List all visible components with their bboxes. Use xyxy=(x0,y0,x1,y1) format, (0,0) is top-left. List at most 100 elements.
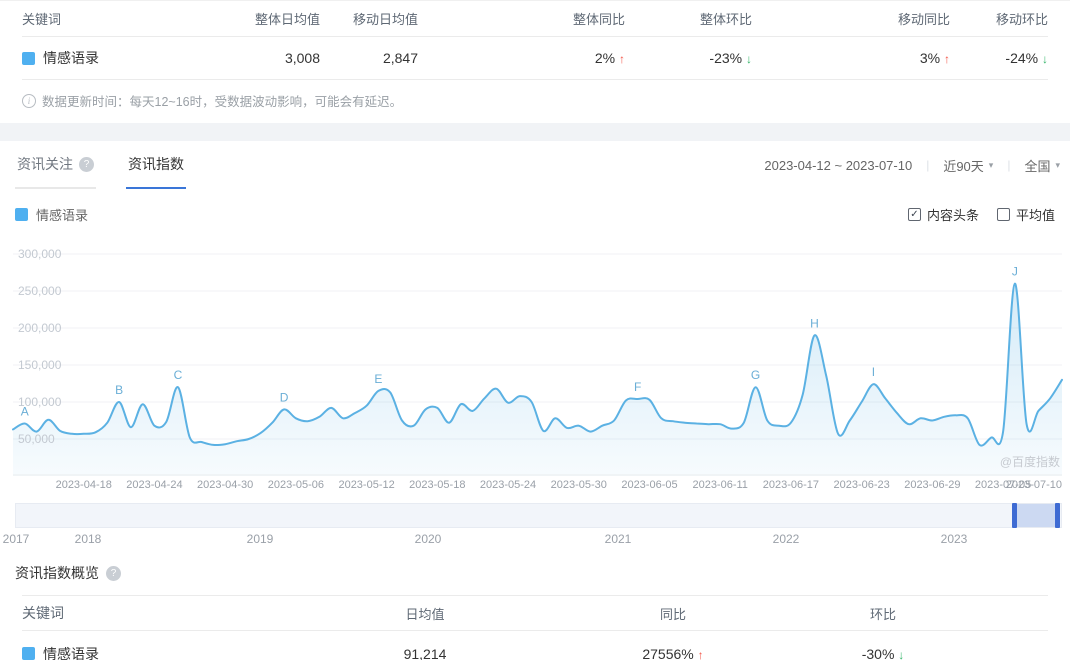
peak-label: I xyxy=(872,365,875,379)
peak-label: F xyxy=(634,380,641,394)
keyword-summary-table: 关键词 整体日均值 移动日均值 整体同比 整体环比 移动同比 移动环比 情感语录… xyxy=(0,0,1070,80)
peak-label: H xyxy=(810,316,819,330)
x-tick-label: 2023-06-11 xyxy=(692,479,748,491)
y-tick-label: 300,000 xyxy=(18,247,62,261)
info-icon: i xyxy=(22,93,36,108)
year-label: 2019 xyxy=(246,532,274,546)
summary-table-row: 情感语录 3,008 2,847 2% ↑ -23% ↓ 3% ↑ -24% ↓ xyxy=(22,37,1048,80)
col-overall-mom: 整体环比 xyxy=(699,12,752,27)
peak-label: G xyxy=(751,368,760,382)
overview-table-row: 情感语录 91,214 27556% ↑ -30% ↓ xyxy=(22,631,1048,660)
x-tick-label: 2023-04-18 xyxy=(55,479,112,491)
separator: | xyxy=(926,158,930,172)
peak-label: A xyxy=(21,405,29,419)
overall-daily-avg-value: 3,008 xyxy=(284,50,320,66)
keyword-color-swatch xyxy=(22,647,35,660)
x-tick-label: 2023-05-30 xyxy=(550,479,607,491)
x-tick-label: 2023-04-30 xyxy=(197,479,254,491)
year-label: 2023 xyxy=(940,532,968,546)
checkbox-content-headlines[interactable]: ✓ 内容头条 xyxy=(907,205,979,224)
up-arrow-icon: ↑ xyxy=(697,647,704,660)
peak-label: J xyxy=(1012,265,1018,279)
summary-table-header: 关键词 整体日均值 移动日均值 整体同比 整体环比 移动同比 移动环比 xyxy=(22,1,1048,37)
year-label: 2020 xyxy=(414,532,442,546)
timeline-range-slider[interactable] xyxy=(15,503,1062,528)
col-keyword: 关键词 xyxy=(22,12,62,27)
down-arrow-icon: ↓ xyxy=(1042,52,1048,66)
chart-tabs-row: 资讯关注 ? 资讯指数 2023-04-12 ~ 2023-07-10 | 近9… xyxy=(0,141,1070,189)
keyword-color-swatch xyxy=(22,51,35,65)
timeline-year-labels: 2017 2018 2019 2020 2021 2022 2023 xyxy=(0,528,1070,549)
x-tick-label: 2023-05-18 xyxy=(409,479,466,491)
x-tick-label: 2023-04-24 xyxy=(126,479,183,491)
overview-section-title: 资讯指数概览 ? xyxy=(0,549,1070,583)
keyword-cell: 情感语录 xyxy=(22,644,222,660)
chart-controls: 2023-04-12 ~ 2023-07-10 | 近90天 ▾ | 全国 ▾ xyxy=(764,141,1060,189)
x-tick-label: 2023-05-06 xyxy=(267,479,325,491)
y-tick-label: 50,000 xyxy=(18,432,55,446)
keyword-label: 情感语录 xyxy=(43,645,99,660)
checkbox-average[interactable]: ✓ 平均值 xyxy=(996,205,1055,224)
checkbox-icon: ✓ xyxy=(996,208,1010,221)
chart-legend-row: 情感语录 ✓ 内容头条 ✓ 平均值 xyxy=(0,189,1070,224)
mobile-yoy-value: 3% ↑ xyxy=(919,50,950,66)
overview-table-header: 关键词 日均值 同比 环比 xyxy=(22,595,1048,631)
legend-color-swatch xyxy=(15,208,28,221)
y-tick-label: 200,000 xyxy=(18,321,62,335)
mobile-daily-avg-value: 2,847 xyxy=(382,50,418,66)
series-legend: 情感语录 xyxy=(15,205,88,224)
year-label: 2022 xyxy=(772,532,800,546)
daily-avg-value: 91,214 xyxy=(403,645,447,660)
data-update-note: i 数据更新时间：每天12~16时，受数据波动影响，可能会有延迟。 xyxy=(0,80,1070,123)
overview-table: 关键词 日均值 同比 环比 情感语录 91,214 27556% ↑ -30% … xyxy=(0,595,1070,660)
col-overall-yoy: 整体同比 xyxy=(572,12,625,27)
slider-handle-left[interactable] xyxy=(1011,503,1017,528)
area-fill xyxy=(13,283,1062,476)
help-icon[interactable]: ? xyxy=(79,156,94,172)
region-dropdown[interactable]: 全国 ▾ xyxy=(1024,156,1060,175)
tab-news-index[interactable]: 资讯指数 xyxy=(126,141,186,189)
x-tick-label: 2023-06-17 xyxy=(762,479,820,491)
chevron-down-icon: ▾ xyxy=(1055,159,1060,170)
mom-value: -30% ↓ xyxy=(861,645,905,660)
col-mobile-daily-avg: 移动日均值 xyxy=(352,12,418,27)
period-dropdown[interactable]: 近90天 ▾ xyxy=(943,156,993,175)
slider-handle-right[interactable] xyxy=(1054,503,1060,528)
chart-options: ✓ 内容头条 ✓ 平均值 xyxy=(907,205,1055,224)
x-tick-label: 2023-06-05 xyxy=(621,479,678,491)
slider-selection[interactable] xyxy=(1013,504,1057,527)
year-label: 2017 xyxy=(2,532,30,546)
note-text: 数据更新时间：每天12~16时，受数据波动影响，可能会有延迟。 xyxy=(42,95,403,109)
tabs: 资讯关注 ? 资讯指数 xyxy=(15,141,186,189)
trend-area-chart[interactable]: 50,000 100,000 150,000 200,000 250,000 300,00… xyxy=(0,236,1070,476)
x-tick-label: 2023-07-10 xyxy=(1005,479,1062,491)
col-overall-daily-avg: 整体日均值 xyxy=(254,12,320,27)
year-label: 2021 xyxy=(604,532,632,546)
col-daily-avg: 日均值 xyxy=(405,606,445,622)
col-mobile-mom: 移动环比 xyxy=(995,12,1048,27)
chart-x-axis-labels: 2023-04-18 2023-04-24 2023-04-30 2023-05-06… xyxy=(0,476,1070,494)
x-tick-label: 2023-06-23 xyxy=(833,479,890,491)
peak-label: E xyxy=(374,372,382,386)
overall-yoy-value: 2% ↑ xyxy=(594,50,625,66)
legend-label: 情感语录 xyxy=(36,208,89,223)
baidu-index-watermark: @百度指数 xyxy=(999,455,1060,469)
overall-mom-value: -23% ↓ xyxy=(709,50,752,66)
y-tick-label: 250,000 xyxy=(18,284,62,298)
keyword-label: 情感语录 xyxy=(43,50,99,66)
peak-label: C xyxy=(174,368,183,382)
keyword-cell: 情感语录 xyxy=(22,48,200,68)
date-range[interactable]: 2023-04-12 ~ 2023-07-10 xyxy=(764,158,912,173)
checkbox-icon: ✓ xyxy=(907,208,921,221)
year-label: 2018 xyxy=(74,532,102,546)
tab-news-attention[interactable]: 资讯关注 ? xyxy=(15,141,96,189)
col-mobile-yoy: 移动同比 xyxy=(897,12,950,27)
col-yoy: 同比 xyxy=(659,606,686,622)
peak-label: B xyxy=(115,383,123,397)
yoy-value: 27556% ↑ xyxy=(642,645,704,660)
separator: | xyxy=(1007,158,1011,172)
chevron-down-icon: ▾ xyxy=(988,159,994,170)
col-keyword: 关键词 xyxy=(22,605,64,621)
help-icon[interactable]: ? xyxy=(106,565,121,581)
y-tick-label: 150,000 xyxy=(18,358,62,372)
